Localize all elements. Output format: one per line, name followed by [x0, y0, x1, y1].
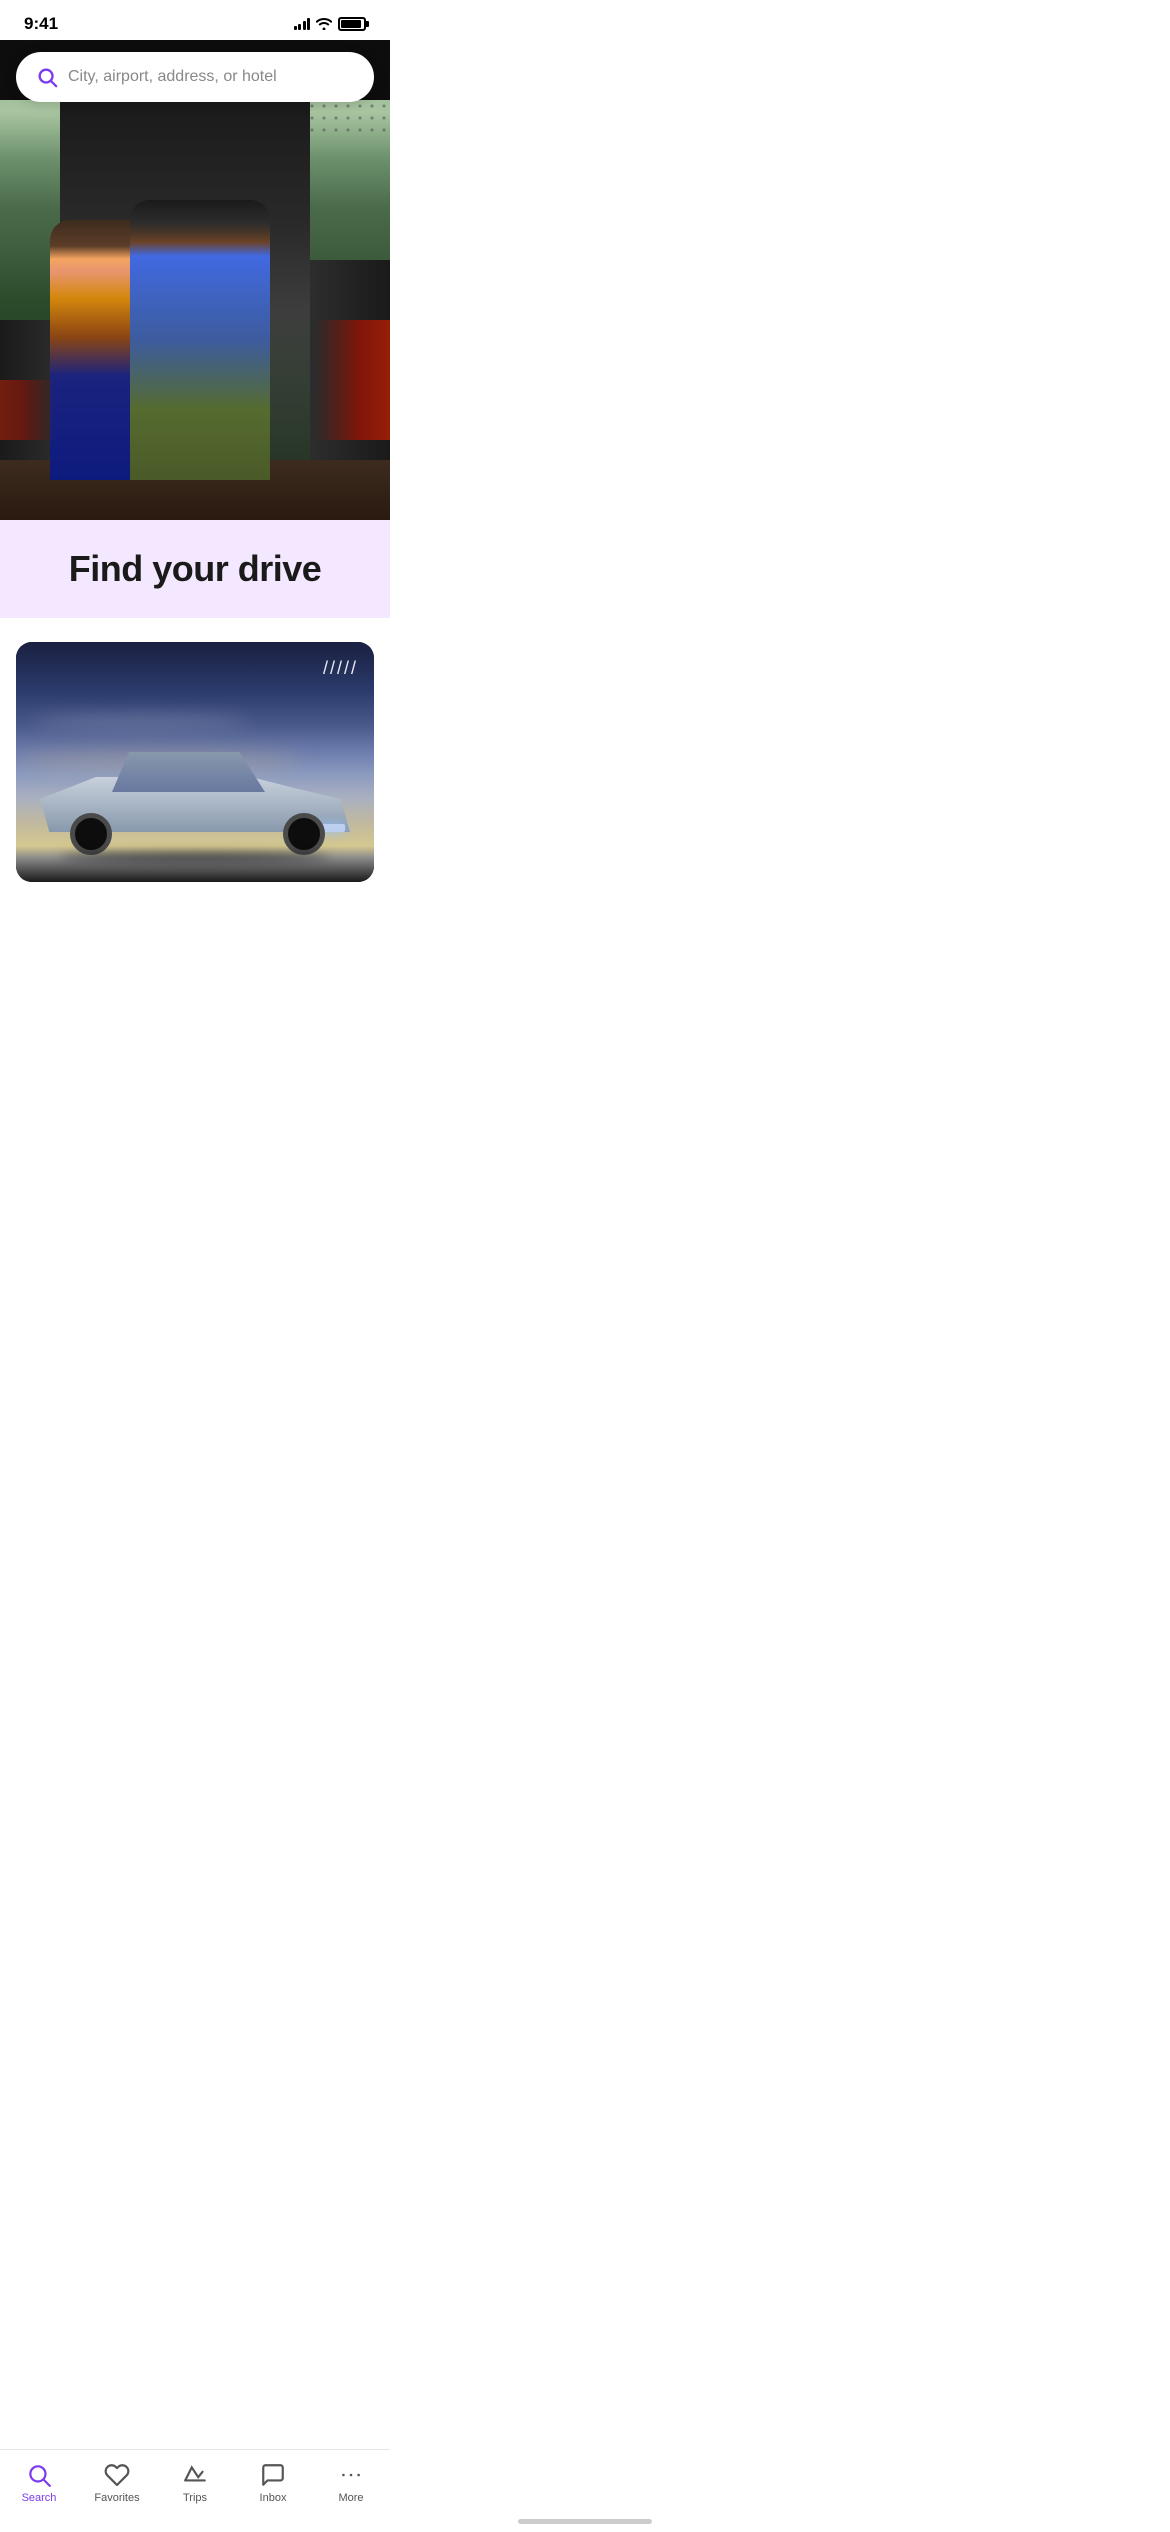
search-bar[interactable]: City, airport, address, or hotel [16, 52, 374, 102]
wheel-rear [70, 813, 112, 855]
status-bar: 9:41 [0, 0, 390, 40]
nav-item-inbox[interactable]: Inbox [234, 2462, 312, 2504]
tail-light-left [0, 380, 55, 440]
person-male [130, 200, 270, 480]
find-drive-title: Find your drive [20, 548, 370, 590]
hero-section: City, airport, address, or hotel Find yo… [0, 40, 390, 618]
search-icon [36, 66, 58, 88]
inbox-nav-label: Inbox [260, 2492, 287, 2504]
nav-item-trips[interactable]: Trips [156, 2462, 234, 2504]
nav-item-more[interactable]: More [312, 2462, 390, 2504]
search-nav-icon [26, 2462, 52, 2488]
signal-icon [294, 18, 311, 30]
shadow [60, 852, 330, 862]
nav-item-favorites[interactable]: Favorites [78, 2462, 156, 2504]
cybertruck-bg: ///// [16, 642, 374, 882]
cybertruck-section: ///// [0, 618, 390, 898]
search-placeholder: City, airport, address, or hotel [68, 68, 277, 86]
more-nav-icon [338, 2462, 364, 2488]
more-nav-label: More [338, 2492, 363, 2504]
status-icons [294, 17, 367, 31]
inbox-nav-icon [260, 2462, 286, 2488]
bottom-nav: Search Favorites Trips Inbox [0, 2449, 390, 2532]
search-nav-label: Search [22, 2492, 57, 2504]
nav-item-search[interactable]: Search [0, 2462, 78, 2504]
trips-nav-icon [182, 2462, 208, 2488]
favorites-nav-icon [104, 2462, 130, 2488]
hero-image [0, 40, 390, 520]
truck-cab [95, 752, 265, 792]
trips-nav-label: Trips [183, 2492, 207, 2504]
status-time: 9:41 [24, 14, 58, 34]
cybertruck-card[interactable]: ///// [16, 642, 374, 882]
wheel-front [283, 813, 325, 855]
find-drive-banner: Find your drive [0, 520, 390, 618]
tail-light [315, 320, 390, 440]
slash-marks: ///// [323, 658, 358, 679]
battery-icon [338, 17, 366, 31]
wifi-icon [316, 18, 332, 30]
cybertruck-vehicle [40, 727, 350, 857]
home-indicator [518, 2519, 652, 2524]
favorites-nav-label: Favorites [94, 2492, 139, 2504]
search-bar-container[interactable]: City, airport, address, or hotel [16, 52, 374, 102]
